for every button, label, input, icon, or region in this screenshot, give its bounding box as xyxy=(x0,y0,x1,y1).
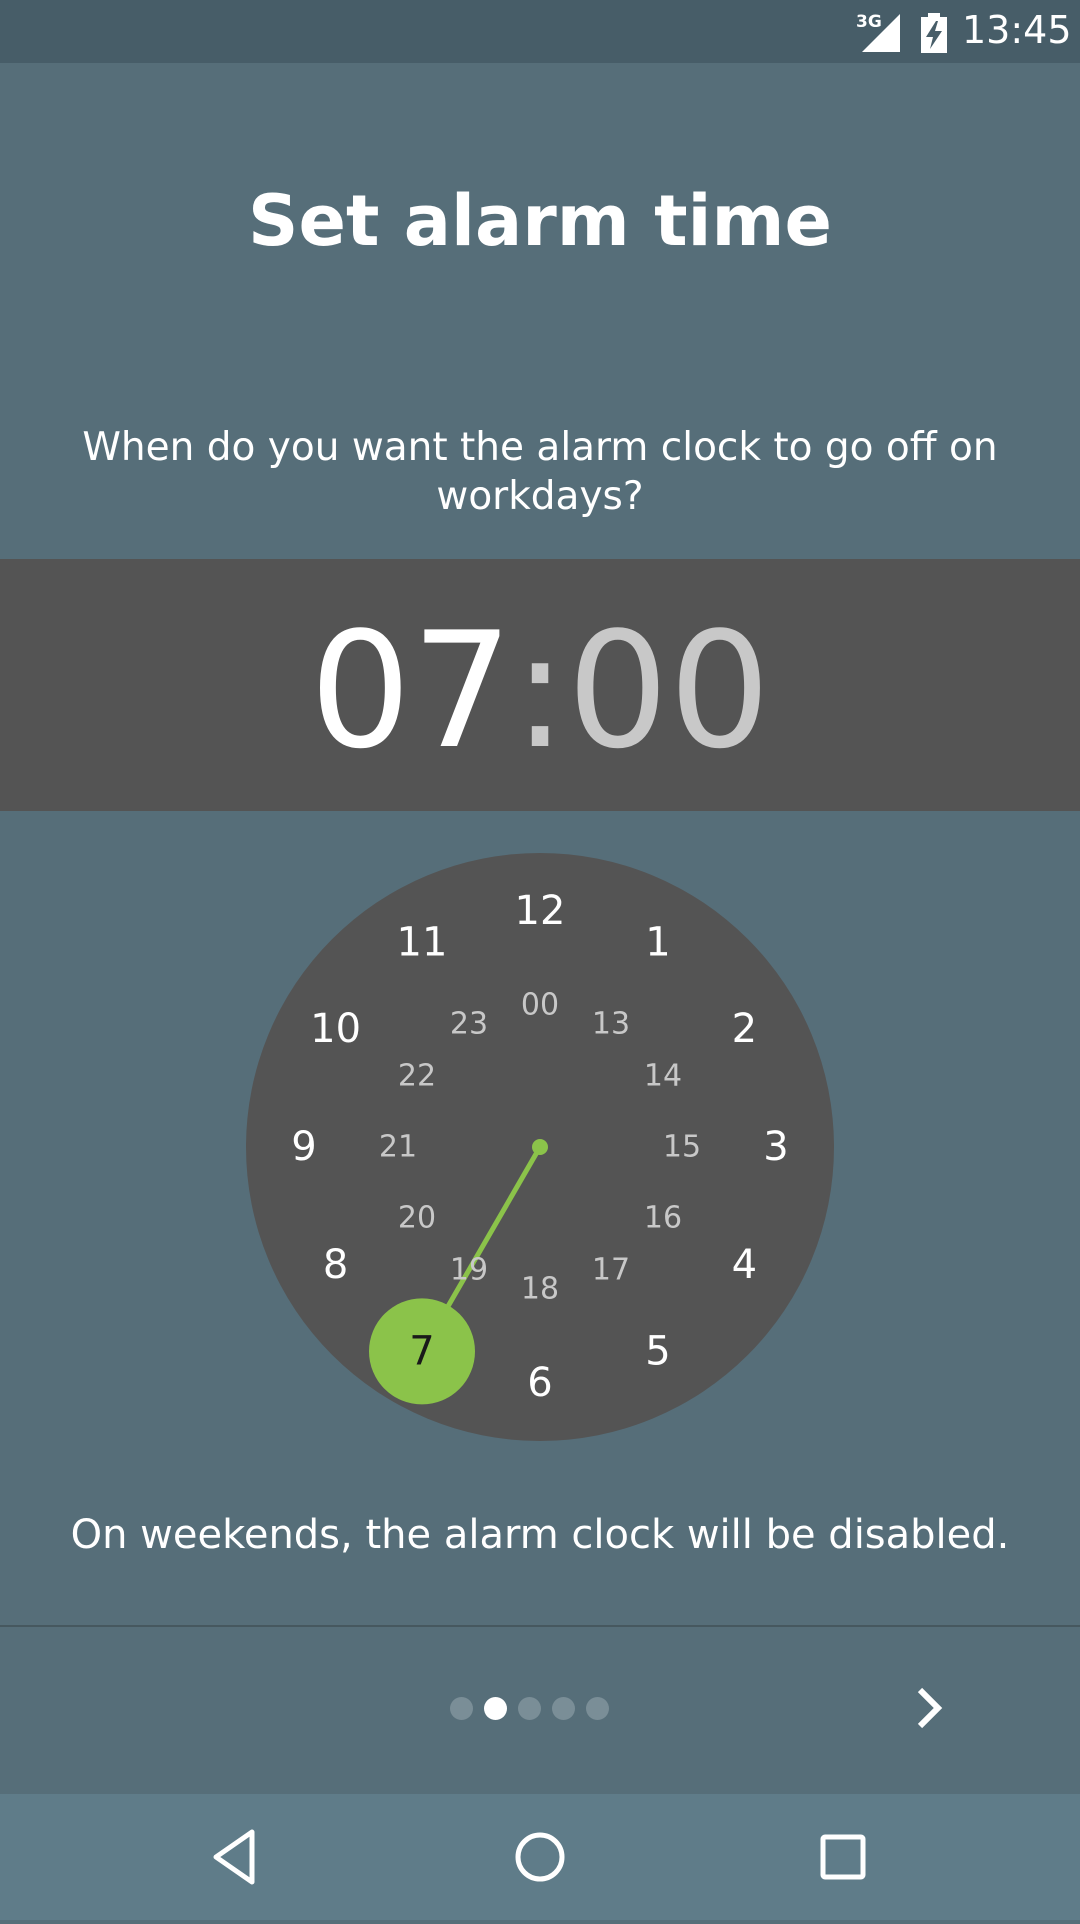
dial-hour-15[interactable]: 15 xyxy=(663,1130,701,1165)
page-dot-1 xyxy=(450,1697,473,1720)
back-icon xyxy=(213,1829,255,1885)
dial-hour-9[interactable]: 9 xyxy=(291,1124,316,1170)
dial-hour-5[interactable]: 5 xyxy=(645,1328,670,1374)
dial-hour-21[interactable]: 21 xyxy=(379,1130,417,1165)
next-button[interactable] xyxy=(900,1680,956,1736)
dial-hour-1[interactable]: 1 xyxy=(645,920,670,966)
page-dot-4 xyxy=(552,1697,575,1720)
navigation-bar xyxy=(0,1794,1080,1920)
page-dot-3 xyxy=(518,1697,541,1720)
dial-hour-17[interactable]: 17 xyxy=(592,1252,630,1287)
dial-hour-7[interactable]: 7 xyxy=(409,1328,434,1374)
recents-button[interactable] xyxy=(810,1824,876,1890)
recents-icon xyxy=(820,1834,866,1880)
dial-hour-12[interactable]: 12 xyxy=(515,888,566,934)
dial-hour-00[interactable]: 00 xyxy=(521,988,559,1023)
dial-hour-6[interactable]: 6 xyxy=(527,1360,552,1406)
dial-hour-4[interactable]: 4 xyxy=(732,1242,757,1288)
page-dot-2 xyxy=(484,1697,507,1720)
dial-hour-3[interactable]: 3 xyxy=(763,1124,788,1170)
dial-hour-23[interactable]: 23 xyxy=(450,1007,488,1042)
home-button[interactable] xyxy=(507,1824,573,1890)
dial-hour-8[interactable]: 8 xyxy=(323,1242,348,1288)
page-dot-5 xyxy=(586,1697,609,1720)
dial-hour-18[interactable]: 18 xyxy=(521,1272,559,1307)
dial-hour-16[interactable]: 16 xyxy=(644,1201,682,1236)
clock-dial-container: 12 1 2 3 4 5 6 7 8 9 10 11 00 13 14 15 16 17 18 19 20 21 22 23 xyxy=(0,0,1080,1920)
dial-hour-19[interactable]: 19 xyxy=(450,1252,488,1287)
back-button[interactable] xyxy=(204,1824,270,1890)
divider xyxy=(0,1625,1080,1627)
clock-dial[interactable]: 121234567891011 001314151617181920212223 xyxy=(0,0,1080,1920)
dial-hour-10[interactable]: 10 xyxy=(310,1006,361,1052)
dial-hour-14[interactable]: 14 xyxy=(644,1059,682,1094)
dial-hour-11[interactable]: 11 xyxy=(397,920,448,966)
dial-hour-20[interactable]: 20 xyxy=(398,1201,436,1236)
home-icon xyxy=(515,1832,565,1882)
dial-hour-2[interactable]: 2 xyxy=(732,1006,757,1052)
dial-center-dot xyxy=(532,1139,548,1155)
chevron-right-icon xyxy=(917,1687,943,1729)
weekend-note: On weekends, the alarm clock will be dis… xyxy=(70,1512,1010,1558)
dial-hour-22[interactable]: 22 xyxy=(398,1059,436,1094)
dial-hour-13[interactable]: 13 xyxy=(592,1007,630,1042)
